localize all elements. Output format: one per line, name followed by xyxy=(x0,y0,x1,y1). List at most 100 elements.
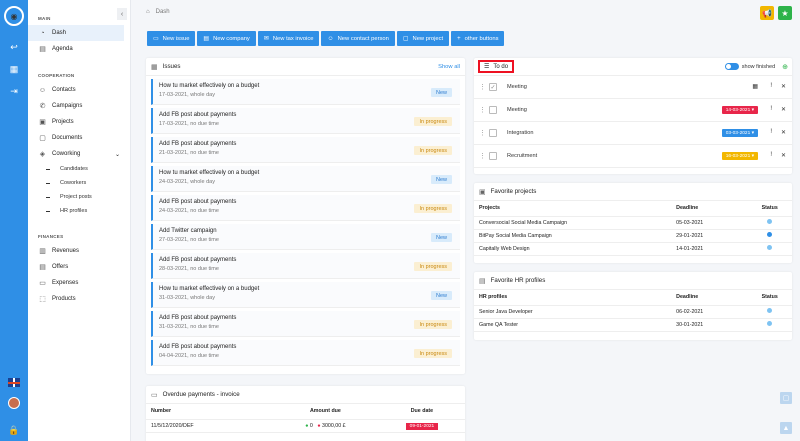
todo-date-badge[interactable]: 03-03-2021 ▾ xyxy=(721,129,758,137)
scroll-top-icon[interactable]: ▲ xyxy=(780,422,792,434)
lock-icon[interactable]: 🔒 xyxy=(0,419,28,441)
home-icon[interactable]: ⌂ xyxy=(146,9,150,15)
sidebar-item-coworking[interactable]: ◈ Coworking ⌄ xyxy=(28,146,130,162)
todo-date-badge[interactable]: 14-03-2021 ▾ xyxy=(721,106,758,114)
apps-grid-icon[interactable]: ▦ xyxy=(0,58,28,80)
status-badge[interactable]: In progress xyxy=(414,204,452,213)
sidebar-item-campaigns[interactable]: ✆ Campaigns xyxy=(28,98,130,114)
row-name[interactable]: Senior Java Developer xyxy=(474,305,672,319)
issue-item[interactable]: Add Twitter campaign 27-03-2021, no due … xyxy=(151,224,460,250)
issue-item[interactable]: Add FB post about payments 17-03-2021, n… xyxy=(151,108,460,134)
status-badge[interactable]: In progress xyxy=(414,146,452,155)
row-name[interactable]: Capitally Web Design xyxy=(474,242,672,256)
status-badge[interactable]: New xyxy=(430,291,452,300)
drag-handle-icon[interactable]: ⋮ xyxy=(479,152,487,160)
close-icon[interactable]: ✕ xyxy=(781,83,786,90)
avatar[interactable] xyxy=(8,397,20,409)
issue-title[interactable]: How tu market effectively on a budget xyxy=(159,170,454,176)
row-name[interactable]: Game QA Tester xyxy=(474,318,672,332)
show-all-link[interactable]: Show all xyxy=(438,64,460,70)
issue-title[interactable]: Add Twitter campaign xyxy=(159,228,454,234)
status-badge[interactable]: In progress xyxy=(414,117,452,126)
other-buttons-button[interactable]: + other buttons xyxy=(451,31,505,46)
issue-title[interactable]: How tu market effectively on a budget xyxy=(159,83,454,89)
sidebar-item-dash[interactable]: ◔ Dash xyxy=(28,25,124,41)
table-row[interactable]: Conversocial Social Media Campaign 05-03… xyxy=(474,216,792,230)
exit-icon[interactable]: ⇥ xyxy=(0,80,28,102)
sidebar-subitem-coworkers[interactable]: Coworkers xyxy=(28,176,130,190)
status-badge[interactable]: New xyxy=(430,175,452,184)
priority-icon[interactable]: ! xyxy=(770,106,772,112)
sidebar-item-projects[interactable]: ▣ Projects xyxy=(28,114,130,130)
sidebar-subitem-project-posts[interactable]: Project posts xyxy=(28,190,130,204)
priority-icon[interactable]: ! xyxy=(770,152,772,158)
table-row[interactable]: Capitally Web Design 14-01-2021 xyxy=(474,242,792,256)
issue-title[interactable]: Add FB post about payments xyxy=(159,141,454,147)
issue-title[interactable]: How tu market effectively on a budget xyxy=(159,286,454,292)
export-icon[interactable]: ▢ xyxy=(780,392,792,404)
issue-item[interactable]: Add FB post about payments 28-03-2021, n… xyxy=(151,253,460,279)
issue-item[interactable]: How tu market effectively on a budget 17… xyxy=(151,79,460,105)
app-logo-icon[interactable]: ◉ xyxy=(4,6,24,26)
priority-icon[interactable]: ! xyxy=(770,129,772,135)
drag-handle-icon[interactable]: ⋮ xyxy=(479,83,487,91)
status-badge[interactable]: New xyxy=(430,88,452,97)
table-row[interactable]: 11/5/12/2020/DEF ● 0 ● 3000,00 £ 09-01-2… xyxy=(146,419,465,433)
back-arrow-icon[interactable]: ↩ xyxy=(0,36,28,58)
drag-handle-icon[interactable]: ⋮ xyxy=(479,129,487,137)
status-badge[interactable]: New xyxy=(430,233,452,242)
sidebar-item-documents[interactable]: ▢ Documents xyxy=(28,130,130,146)
calendar-icon[interactable]: ▦ xyxy=(752,83,758,90)
todo-date-badge[interactable]: 16-03-2021 ▾ xyxy=(721,152,758,160)
invoice-number[interactable]: 11/5/12/2020/DEF xyxy=(146,419,272,433)
show-finished-toggle[interactable] xyxy=(724,63,739,70)
issue-title[interactable]: Add FB post about payments xyxy=(159,257,454,263)
priority-icon[interactable]: ! xyxy=(770,83,772,89)
sidebar-subitem-hr-profiles[interactable]: HR profiles xyxy=(28,204,130,218)
issue-item[interactable]: Add FB post about payments 21-03-2021, n… xyxy=(151,137,460,163)
sidebar-item-contacts[interactable]: ☺ Contacts xyxy=(28,82,130,98)
row-name[interactable]: Conversocial Social Media Campaign xyxy=(474,216,672,230)
todo-item[interactable]: ⋮ Meeting 14-03-2021 ▾ ! ✕ xyxy=(474,99,792,122)
issue-title[interactable]: Add FB post about payments xyxy=(159,315,454,321)
new-issue-button[interactable]: ▭ New issue xyxy=(147,31,196,46)
star-icon[interactable]: ★ xyxy=(778,6,792,20)
todo-checkbox[interactable]: ✓ xyxy=(489,83,497,91)
sidebar-item-products[interactable]: ⬚ Products xyxy=(28,291,130,307)
issue-item[interactable]: How tu market effectively on a budget 31… xyxy=(151,282,460,308)
close-icon[interactable]: ✕ xyxy=(781,152,786,159)
megaphone-icon[interactable]: 📢 xyxy=(760,6,774,20)
table-row[interactable]: BitPay Social Media Campaign 29-01-2021 xyxy=(474,229,792,243)
todo-checkbox[interactable] xyxy=(489,106,497,114)
close-icon[interactable]: ✕ xyxy=(781,129,786,136)
issue-title[interactable]: Add FB post about payments xyxy=(159,344,454,350)
sidebar-subitem-candidates[interactable]: Candidates xyxy=(28,162,130,176)
issue-item[interactable]: How tu market effectively on a budget 24… xyxy=(151,166,460,192)
status-badge[interactable]: In progress xyxy=(414,349,452,358)
todo-checkbox[interactable] xyxy=(489,152,497,160)
sidebar-item-expenses[interactable]: ▭ Expenses xyxy=(28,275,130,291)
sidebar-item-offers[interactable]: ▤ Offers xyxy=(28,259,130,275)
new-company-button[interactable]: ▤ New company xyxy=(197,31,256,46)
new-contact-person-button[interactable]: ☺ New contact person xyxy=(321,31,395,46)
todo-item[interactable]: ⋮ Integration 03-03-2021 ▾ ! ✕ xyxy=(474,122,792,145)
todo-item[interactable]: ⋮ Recruitment 16-03-2021 ▾ ! ✕ xyxy=(474,145,792,168)
drag-handle-icon[interactable]: ⋮ xyxy=(479,106,487,114)
status-badge[interactable]: In progress xyxy=(414,262,452,271)
issue-title[interactable]: Add FB post about payments xyxy=(159,199,454,205)
status-badge[interactable]: In progress xyxy=(414,320,452,329)
new-project-button[interactable]: ▢ New project xyxy=(396,31,450,46)
table-row[interactable]: Senior Java Developer 06-02-2021 xyxy=(474,305,792,319)
new-tax-invoice-button[interactable]: ✉ New tax invoice xyxy=(257,31,320,46)
sidebar-item-revenues[interactable]: ▥ Revenues xyxy=(28,243,130,259)
todo-item[interactable]: ⋮ ✓ Meeting ▦ ! ✕ xyxy=(474,76,792,99)
issue-item[interactable]: Add FB post about payments 31-03-2021, n… xyxy=(151,311,460,337)
todo-checkbox[interactable] xyxy=(489,129,497,137)
sidebar-item-agenda[interactable]: ▤ Agenda xyxy=(28,41,130,57)
issue-item[interactable]: Add FB post about payments 04-04-2021, n… xyxy=(151,340,460,366)
issue-title[interactable]: Add FB post about payments xyxy=(159,112,454,118)
collapse-sidebar-button[interactable]: ‹ xyxy=(117,8,127,20)
row-name[interactable]: BitPay Social Media Campaign xyxy=(474,229,672,243)
table-row[interactable]: Game QA Tester 30-01-2021 xyxy=(474,318,792,332)
uk-flag-icon[interactable] xyxy=(8,378,20,387)
